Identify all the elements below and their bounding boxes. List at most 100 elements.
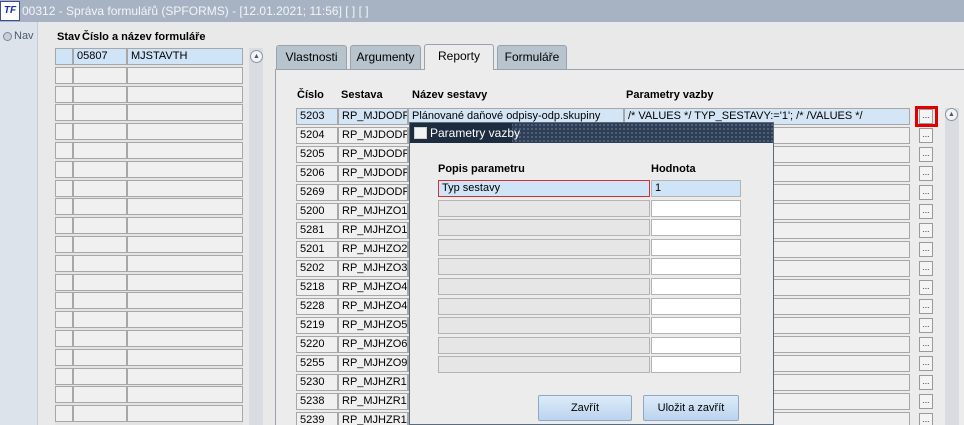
param-hodnota-input[interactable] [651, 317, 741, 335]
edit-params-button[interactable]: ... [919, 166, 933, 181]
report-sestava-cell[interactable]: RP_MJDODPP [338, 184, 408, 201]
form-nazev-cell[interactable] [127, 160, 243, 178]
form-stav-cell[interactable] [55, 66, 73, 84]
edit-params-button[interactable]: ... [919, 128, 933, 143]
form-row[interactable] [55, 179, 243, 197]
nav-label[interactable]: Nav [14, 30, 34, 42]
form-nazev-cell[interactable] [127, 123, 243, 141]
form-nazev-cell[interactable] [127, 273, 243, 291]
report-cislo-cell[interactable]: 5220 [296, 336, 338, 353]
scroll-up-icon[interactable]: ▲ [945, 108, 958, 121]
report-cislo-cell[interactable]: 5269 [296, 184, 338, 201]
form-stav-cell[interactable] [55, 367, 73, 385]
param-row[interactable] [438, 219, 741, 237]
form-row[interactable] [55, 273, 243, 291]
param-hodnota-input[interactable] [651, 278, 741, 295]
form-row[interactable] [55, 405, 243, 423]
nav-radio-icon[interactable] [3, 32, 12, 41]
form-cislo-cell[interactable] [73, 273, 127, 291]
param-hodnota-input[interactable] [651, 356, 741, 374]
form-nazev-cell[interactable] [127, 66, 243, 84]
report-cislo-cell[interactable]: 5200 [296, 203, 338, 220]
param-row[interactable] [438, 238, 741, 256]
form-stav-cell[interactable] [55, 254, 73, 272]
dialog-title-bar[interactable]: Parametry vazby [410, 123, 773, 143]
param-popis-cell[interactable] [438, 297, 650, 315]
edit-params-button[interactable]: ... [919, 223, 933, 238]
edit-params-button[interactable]: ... [919, 318, 933, 333]
report-sestava-cell[interactable]: RP_MJHZR10 [338, 393, 408, 410]
form-stav-cell[interactable] [55, 85, 73, 103]
tab-formulare[interactable]: Formuláře [497, 45, 567, 69]
form-cislo-cell[interactable]: 05807 [73, 48, 127, 65]
report-cislo-cell[interactable]: 5205 [296, 146, 338, 163]
param-hodnota-input[interactable] [651, 219, 741, 237]
form-cislo-cell[interactable] [73, 254, 127, 272]
form-row[interactable] [55, 85, 243, 103]
report-cislo-cell[interactable]: 5204 [296, 127, 338, 144]
report-sestava-cell[interactable]: RP_MJHZO41 [338, 298, 408, 315]
report-sestava-cell[interactable]: RP_MJDODPP [338, 146, 408, 163]
param-popis-cell[interactable] [438, 258, 650, 276]
form-cislo-cell[interactable] [73, 142, 127, 159]
report-sestava-cell[interactable]: RP_MJHZO4 [338, 279, 408, 296]
form-stav-cell[interactable] [55, 405, 73, 423]
param-hodnota-input[interactable] [651, 258, 741, 276]
param-row[interactable] [438, 336, 741, 354]
form-nazev-cell[interactable] [127, 104, 243, 122]
report-sestava-cell[interactable]: RP_MJHZR1 [338, 374, 408, 391]
form-row[interactable] [55, 236, 243, 253]
form-row[interactable] [55, 254, 243, 272]
param-hodnota-input[interactable]: 1 [651, 180, 741, 197]
form-nazev-cell[interactable] [127, 179, 243, 197]
form-stav-cell[interactable] [55, 142, 73, 159]
form-stav-cell[interactable] [55, 386, 73, 404]
form-stav-cell[interactable] [55, 123, 73, 141]
report-cislo-cell[interactable]: 5255 [296, 355, 338, 372]
edit-params-button[interactable]: ... [919, 356, 933, 371]
form-row[interactable] [55, 217, 243, 235]
param-row[interactable] [438, 258, 741, 276]
form-stav-cell[interactable] [55, 179, 73, 197]
form-nazev-cell[interactable] [127, 386, 243, 404]
form-nazev-cell[interactable] [127, 311, 243, 329]
form-nazev-cell[interactable] [127, 198, 243, 216]
report-sestava-cell[interactable]: RP_MJDODPP [338, 108, 408, 125]
form-cislo-cell[interactable] [73, 179, 127, 197]
form-nazev-cell[interactable]: MJSTAVTH [127, 48, 243, 65]
form-row[interactable] [55, 292, 243, 310]
report-sestava-cell[interactable]: RP_MJHZO3 [338, 260, 408, 277]
form-stav-cell[interactable] [55, 104, 73, 122]
report-sestava-cell[interactable]: RP_MJHZO2 [338, 241, 408, 258]
edit-params-button[interactable]: ... [919, 185, 933, 200]
form-cislo-cell[interactable] [73, 311, 127, 329]
form-stav-cell[interactable] [55, 292, 73, 310]
form-cislo-cell[interactable] [73, 367, 127, 385]
form-row[interactable] [55, 160, 243, 178]
form-nazev-cell[interactable] [127, 348, 243, 366]
param-row[interactable]: Typ sestavy 1 [438, 180, 741, 197]
param-row[interactable] [438, 199, 741, 217]
form-cislo-cell[interactable] [73, 104, 127, 122]
param-row[interactable] [438, 297, 741, 315]
edit-params-button[interactable]: ... [919, 413, 933, 425]
form-row[interactable] [55, 104, 243, 122]
form-stav-cell[interactable] [55, 273, 73, 291]
form-cislo-cell[interactable] [73, 123, 127, 141]
param-hodnota-input[interactable] [651, 336, 741, 354]
param-popis-cell[interactable] [438, 278, 650, 295]
form-cislo-cell[interactable] [73, 330, 127, 347]
form-row[interactable]: 05807 MJSTAVTH [55, 48, 243, 65]
report-sestava-cell[interactable]: RP_MJHZR11 [338, 412, 408, 425]
report-cislo-cell[interactable]: 5201 [296, 241, 338, 258]
report-sestava-cell[interactable]: RP_MJHZO6 [338, 336, 408, 353]
tab-argumenty[interactable]: Argumenty [350, 45, 421, 69]
form-nazev-cell[interactable] [127, 236, 243, 253]
form-stav-cell[interactable] [55, 160, 73, 178]
report-sestava-cell[interactable]: RP_MJHZO5 [338, 317, 408, 334]
report-sestava-cell[interactable]: RP_MJHZO1 [338, 203, 408, 220]
form-cislo-cell[interactable] [73, 217, 127, 235]
report-cislo-cell[interactable]: 5203 [296, 108, 338, 125]
param-popis-cell[interactable] [438, 199, 650, 217]
tab-vlastnosti[interactable]: Vlastnosti [276, 45, 347, 69]
